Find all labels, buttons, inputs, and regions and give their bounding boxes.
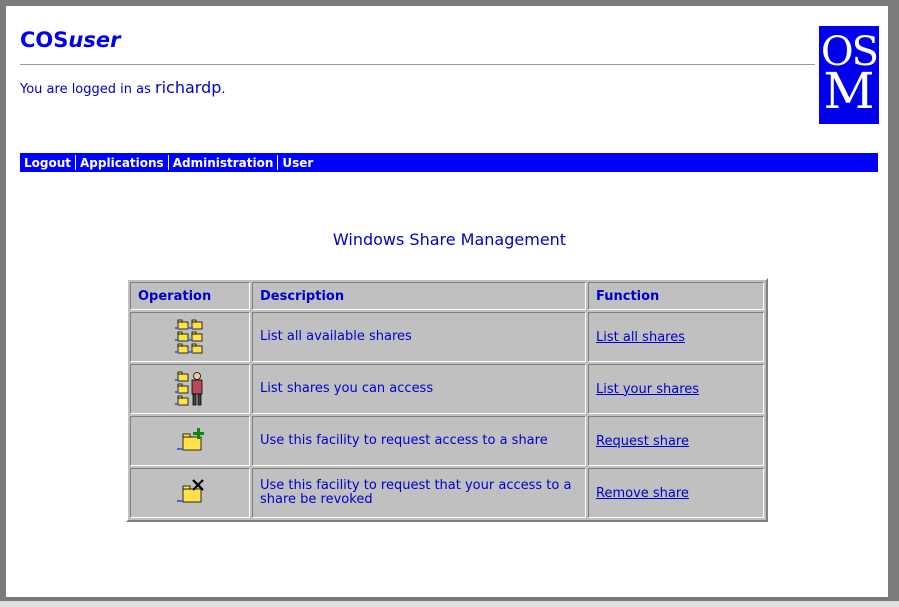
app-title-suffix: user	[68, 28, 121, 52]
function-cell: Request share	[588, 416, 764, 466]
table-row: List shares you can access List your sha…	[130, 364, 764, 414]
logo-line-2: M	[823, 62, 875, 120]
table-row: Use this facility to request that your a…	[130, 468, 764, 518]
function-cell: Remove share	[588, 468, 764, 518]
user-shares-icon[interactable]	[170, 371, 210, 407]
nav-applications[interactable]: Applications	[76, 156, 168, 170]
window-frame-bottom	[0, 601, 899, 607]
osm-logo: OS M	[819, 26, 879, 124]
table-row: List all available shares List all share…	[130, 312, 764, 362]
column-header-operation: Operation	[130, 282, 250, 310]
app-title-prefix: COS	[20, 28, 69, 52]
window-frame-left	[0, 0, 6, 607]
main-nav-bar: Logout Applications Administration User	[20, 153, 878, 172]
description-cell: List all available shares	[252, 312, 586, 362]
nav-administration[interactable]: Administration	[169, 156, 278, 170]
list-your-shares-link[interactable]: List your shares	[596, 382, 699, 397]
title-divider	[20, 64, 815, 65]
page-title: Windows Share Management	[332, 230, 567, 249]
share-operations-table: Operation Description Function List all …	[126, 278, 768, 522]
login-status: You are logged in as richardp.	[20, 78, 226, 97]
operation-cell	[130, 312, 250, 362]
function-cell: List your shares	[588, 364, 764, 414]
table-header-row: Operation Description Function	[130, 282, 764, 310]
list-all-shares-link[interactable]: List all shares	[596, 330, 685, 345]
operation-cell	[130, 416, 250, 466]
nav-user[interactable]: User	[278, 156, 317, 170]
description-cell: List shares you can access	[252, 364, 586, 414]
shares-list-icon[interactable]	[170, 319, 210, 355]
description-cell: Use this facility to request that your a…	[252, 468, 586, 518]
column-header-function: Function	[588, 282, 764, 310]
request-share-icon[interactable]	[170, 423, 210, 459]
function-cell: List all shares	[588, 312, 764, 362]
login-username: richardp	[155, 78, 222, 97]
remove-share-icon[interactable]	[170, 475, 210, 511]
description-cell: Use this facility to request access to a…	[252, 416, 586, 466]
nav-logout[interactable]: Logout	[20, 156, 75, 170]
window-frame-right	[888, 0, 899, 607]
login-prefix: You are logged in as	[20, 82, 156, 97]
table-row: Use this facility to request access to a…	[130, 416, 764, 466]
request-share-link[interactable]: Request share	[596, 434, 689, 449]
remove-share-link[interactable]: Remove share	[596, 486, 689, 501]
column-header-description: Description	[252, 282, 586, 310]
operation-cell	[130, 364, 250, 414]
app-title: COSuser	[20, 28, 120, 52]
operation-cell	[130, 468, 250, 518]
login-suffix: .	[221, 82, 226, 97]
window-frame-top	[0, 0, 899, 6]
